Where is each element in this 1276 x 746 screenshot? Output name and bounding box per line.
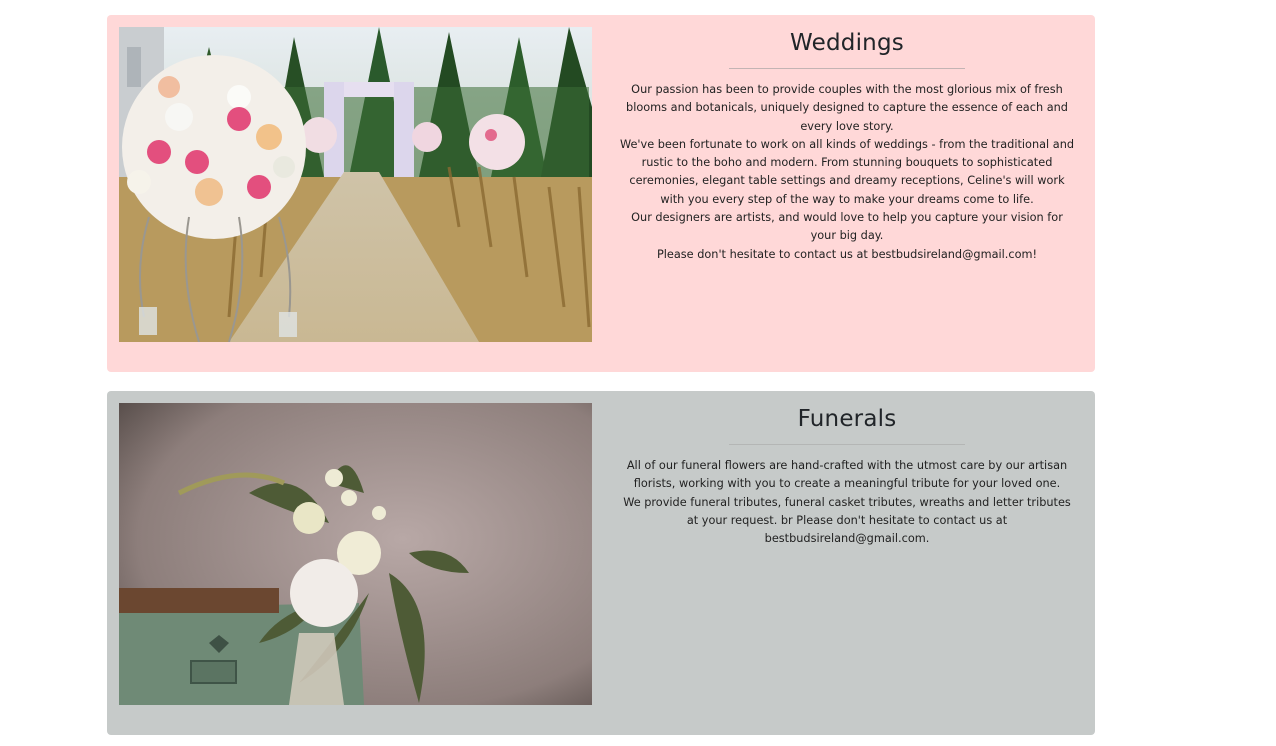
- funerals-section: Funerals All of our funeral flowers are …: [107, 391, 1095, 735]
- funerals-title: Funerals: [797, 406, 897, 432]
- weddings-photo: [119, 27, 592, 342]
- weddings-divider: [729, 68, 965, 69]
- weddings-paragraph-3: Our designers are artists, and would lov…: [631, 211, 1063, 243]
- weddings-text: Weddings Our passion has been to provide…: [619, 15, 1075, 264]
- funerals-paragraph-2: We provide funeral tributes, funeral cas…: [623, 495, 1071, 546]
- weddings-paragraph-2: We've been fortunate to work on all kind…: [619, 137, 1075, 206]
- funerals-paragraph-1: All of our funeral flowers are hand-craf…: [626, 459, 1068, 491]
- funerals-text: Funerals All of our funeral flowers are …: [619, 391, 1075, 548]
- weddings-paragraph-1: Our passion has been to provide couples …: [626, 83, 1068, 133]
- weddings-contact: Please don't hesitate to contact us at b…: [656, 247, 1038, 261]
- weddings-section: Weddings Our passion has been to provide…: [107, 15, 1095, 372]
- weddings-title: Weddings: [790, 30, 904, 56]
- funerals-divider: [729, 444, 965, 445]
- funerals-photo: [119, 403, 592, 705]
